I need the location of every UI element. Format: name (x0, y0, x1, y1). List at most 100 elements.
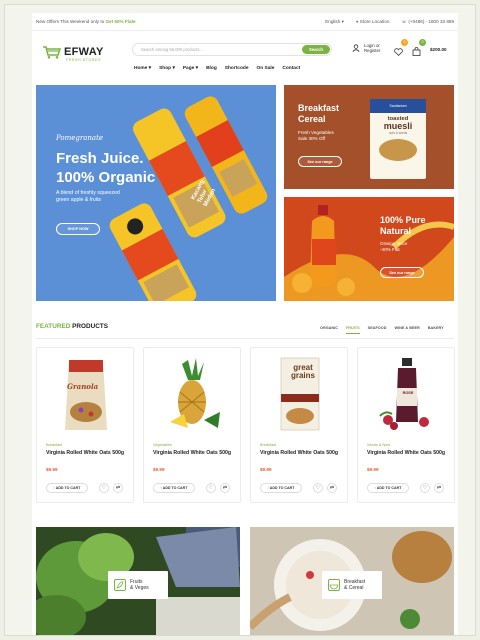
hero-script-text: Pomegranate (56, 134, 104, 142)
search-input[interactable]: Search among 56,000 products... (141, 47, 203, 52)
juice-title-line1: 100% Pure (380, 215, 426, 225)
juice-see-range-button[interactable]: See our range (380, 267, 424, 278)
hero-desc-line1: A blend of freshly squeezed (56, 190, 120, 196)
header: EFWAY FRESH STORES Search among 56,000 p… (32, 31, 458, 81)
cart-total[interactable]: $200.00 (430, 47, 447, 52)
category-name-line2: & Veges (130, 585, 149, 591)
heart-icon: ♡ (315, 485, 321, 491)
store-location-link[interactable]: ⌖ Store Location (356, 19, 390, 24)
cereal-see-range-button[interactable]: See our range (298, 156, 342, 167)
category-tile-breakfast[interactable]: Breakfast & Cereal (250, 527, 454, 635)
product-card[interactable]: great grains Breakfast Virginia Rolled W… (250, 347, 348, 503)
wishlist-button[interactable]: 0 (394, 39, 408, 61)
compare-button[interactable]: ⇄ (434, 483, 444, 493)
tab-fruits[interactable]: FRUITS (345, 326, 360, 334)
pineapple-image (170, 358, 220, 428)
compare-button[interactable]: ⇄ (113, 483, 123, 493)
juice-title: 100% Pure Natural (380, 215, 426, 237)
product-card[interactable]: ROSE Seeds & Nuts Virginia Rolled White … (357, 347, 455, 503)
chevron-down-icon: ▾ (148, 66, 152, 71)
category-tile-fruits[interactable]: Fruits & Veges (36, 527, 240, 635)
shop-now-button[interactable]: SHOP NOW (56, 223, 100, 235)
product-card[interactable]: Granola Breakfast Virginia Rolled White … (36, 347, 134, 503)
product-price: $9.99 (46, 467, 58, 472)
add-to-cart-label: ADD TO CART (162, 486, 188, 490)
tab-wine-beer[interactable]: WINE & BEER (394, 326, 419, 334)
cereal-banner[interactable]: Breakfast Cereal Fresh Vegetables Sale 3… (284, 85, 454, 189)
search-bar: Search among 56,000 products... Search (132, 43, 332, 56)
juice-banner[interactable]: 100% Pure Natural Orange Juice -40% Flat… (284, 197, 454, 301)
wishlist-heart-button[interactable]: ♡ (99, 483, 109, 493)
store-location-label: Store Location (359, 19, 390, 24)
product-category[interactable]: Vegetables (153, 443, 172, 447)
headset-icon: ☏ (401, 18, 408, 24)
cart-count-badge: 0 (419, 39, 426, 46)
page-frame: New Offers This Weekend only to Get 50% … (4, 4, 476, 636)
bag-icon: ▫ (160, 486, 162, 490)
nav-item-shop[interactable]: Shop ▾ (159, 66, 175, 71)
category-label[interactable]: Breakfast & Cereal (322, 571, 382, 599)
logo-subtitle: FRESH STORES (66, 58, 102, 62)
compare-button[interactable]: ⇄ (327, 483, 337, 493)
cereal-description: Fresh Vegetables Sale 30% Off (298, 130, 334, 142)
hero-description: A blend of freshly squeezed green apple … (56, 190, 120, 204)
chevron-down-icon: ▾ (195, 66, 199, 71)
wishlist-heart-button[interactable]: ♡ (206, 483, 216, 493)
muesli-text2: muesli (383, 121, 413, 131)
hero-title-line2: 100% Organic (56, 169, 156, 186)
tab-bakery[interactable]: BAKERY (428, 326, 444, 334)
search-button[interactable]: Search (302, 45, 330, 54)
product-name[interactable]: Virginia Rolled White Oats 500g (260, 450, 340, 457)
heart-icon (394, 48, 403, 56)
heart-icon: ♡ (422, 485, 428, 491)
cereal-title-line1: Breakfast (298, 103, 340, 113)
compare-icon: ⇄ (329, 485, 335, 491)
phone-link[interactable]: ☏ (+0486) - 1800 33 889 (401, 19, 454, 25)
product-category[interactable]: Breakfast (260, 443, 276, 447)
product-card[interactable]: Vegetables Virginia Rolled White Oats 50… (143, 347, 241, 503)
wishlist-heart-button[interactable]: ♡ (420, 483, 430, 493)
wishlist-heart-button[interactable]: ♡ (313, 483, 323, 493)
phone-number: (+0486) - 1800 33 889 (408, 18, 454, 24)
product-category[interactable]: Breakfast (46, 443, 62, 447)
language-select[interactable]: English ▾ (325, 19, 344, 25)
logo[interactable]: EFWAY FRESH STORES (42, 45, 104, 62)
register-label: Register (364, 48, 381, 54)
product-category[interactable]: Seeds & Nuts (367, 443, 390, 447)
wishlist-count-badge: 0 (401, 39, 408, 46)
juice-description: Orange Juice -40% Flat (380, 241, 407, 253)
nav-item-on-sale[interactable]: On Sale (257, 66, 275, 71)
login-link[interactable]: Login or Register (352, 43, 380, 53)
cereal-title: Breakfast Cereal (298, 103, 339, 125)
nav-item-contact[interactable]: Contact (282, 66, 300, 71)
tab-seafood[interactable]: SEAFOOD (368, 326, 387, 334)
offer-highlight[interactable]: Get 50% Flate (105, 19, 135, 24)
pin-icon: ⌖ (355, 19, 359, 24)
product-name[interactable]: Virginia Rolled White Oats 500g (367, 450, 447, 457)
juice-title-line2: Natural (380, 226, 412, 236)
nav-item-shortcode[interactable]: Shortcode (225, 66, 249, 71)
product-price: $9.99 (153, 467, 165, 472)
add-to-cart-button[interactable]: ▫ ADD TO CART (46, 483, 88, 493)
tab-organic[interactable]: ORGANIC (320, 326, 338, 334)
logo-text: EFWAY (64, 46, 104, 58)
add-to-cart-button[interactable]: ▫ ADD TO CART (367, 483, 409, 493)
category-label[interactable]: Fruits & Veges (108, 571, 168, 599)
product-name[interactable]: Virginia Rolled White Oats 500g (153, 450, 233, 457)
compare-icon: ⇄ (222, 485, 228, 491)
add-to-cart-button[interactable]: ▫ ADD TO CART (260, 483, 302, 493)
nav-item-page[interactable]: Page ▾ (183, 66, 198, 71)
add-to-cart-label: ADD TO CART (55, 486, 81, 490)
muesli-bowl (379, 139, 417, 161)
nav-item-home[interactable]: Home ▾ (134, 66, 151, 71)
bag-icon: ▫ (53, 486, 55, 490)
add-to-cart-button[interactable]: ▫ ADD TO CART (153, 483, 195, 493)
hero-desc-line2: green apple & fruits (56, 197, 101, 203)
cereal-box-text2: grains (290, 371, 315, 380)
nav-item-blog[interactable]: Blog (206, 66, 217, 71)
product-name[interactable]: Virginia Rolled White Oats 500g (46, 450, 126, 457)
hero-banner[interactable]: Pomegranate Fresh Juice. 100% Organic A … (36, 85, 276, 301)
cereal-title-line2: Cereal (298, 114, 326, 124)
cart-button[interactable]: 0 (412, 39, 426, 61)
compare-button[interactable]: ⇄ (220, 483, 230, 493)
